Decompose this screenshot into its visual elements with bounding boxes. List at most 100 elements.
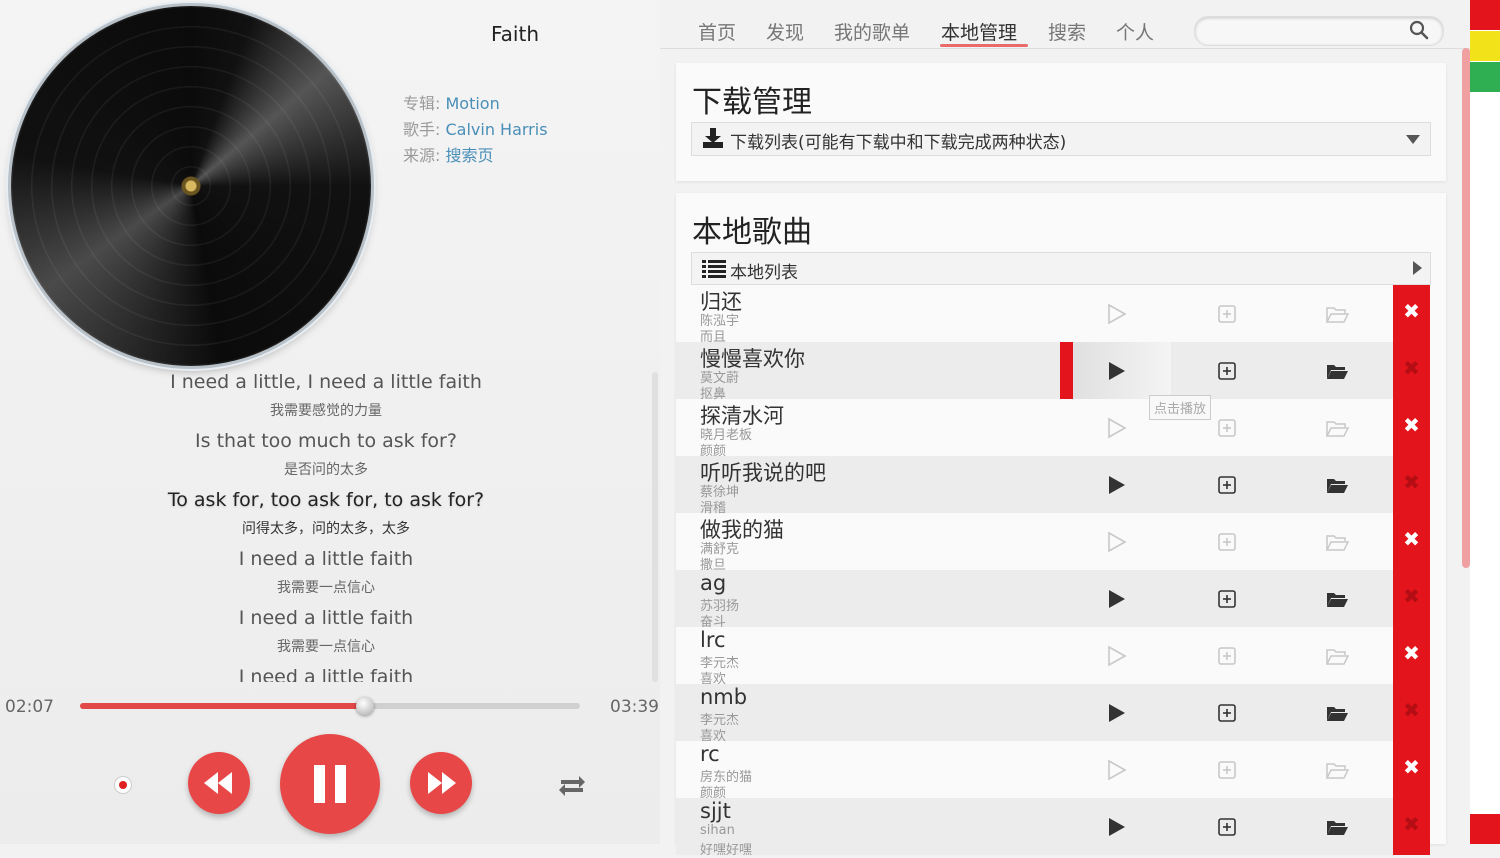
open-folder-icon[interactable] — [1325, 359, 1349, 383]
download-heading: 下载管理 — [692, 85, 812, 120]
add-to-playlist-icon[interactable] — [1215, 530, 1239, 554]
open-folder-icon[interactable] — [1325, 302, 1349, 326]
close-icon: ✖ — [1403, 299, 1420, 323]
add-to-playlist-icon[interactable] — [1215, 473, 1239, 497]
repeat-icon[interactable] — [556, 772, 588, 800]
song-name: sjjt — [700, 799, 731, 823]
song-name: lrc — [700, 628, 726, 652]
delete-button[interactable]: ✖ — [1393, 399, 1430, 456]
open-folder-icon[interactable] — [1325, 587, 1349, 611]
add-to-playlist-icon[interactable] — [1215, 416, 1239, 440]
next-button[interactable] — [410, 752, 472, 814]
song-row[interactable]: ag 苏羽扬 奋斗 ✖ — [676, 570, 1430, 630]
song-row[interactable]: rc 房东的猫 颜颜 ✖ — [676, 741, 1430, 801]
nav-local-manage[interactable]: 本地管理 — [941, 18, 1017, 45]
song-row[interactable]: lrc 李元杰 喜欢 ✖ — [676, 627, 1430, 687]
lyrics-scrollbar[interactable] — [652, 372, 658, 682]
song-row[interactable]: 慢慢喜欢你 莫文蔚 抠鼻 ✖ — [676, 342, 1430, 402]
pause-button[interactable] — [280, 734, 380, 834]
lyric-translation: 我需要一点信心 — [277, 580, 375, 596]
open-folder-icon[interactable] — [1325, 416, 1349, 440]
progress-bar[interactable] — [80, 697, 580, 715]
source-link[interactable]: 搜索页 — [445, 146, 493, 165]
delete-button[interactable]: ✖ — [1393, 513, 1430, 570]
current-time: 02:07 — [5, 697, 54, 717]
close-icon: ✖ — [1403, 698, 1420, 722]
play-icon[interactable] — [1104, 473, 1128, 497]
list-icon — [702, 260, 726, 278]
previous-button[interactable] — [188, 752, 250, 814]
play-icon[interactable] — [1104, 587, 1128, 611]
pause-icon — [314, 765, 346, 803]
song-row[interactable]: 归还 陈泓宇 而且 ✖ — [676, 285, 1430, 345]
play-icon[interactable] — [1104, 644, 1128, 668]
play-icon[interactable] — [1104, 758, 1128, 782]
play-icon[interactable] — [1104, 530, 1128, 554]
play-icon[interactable] — [1104, 815, 1128, 839]
nav-profile[interactable]: 个人 — [1116, 18, 1154, 45]
song-album: 好嘿好嘿 — [700, 843, 753, 858]
lyric-line: To ask for, too ask for, to ask for? — [167, 489, 485, 511]
add-to-playlist-icon[interactable] — [1215, 644, 1239, 668]
progress-handle[interactable] — [356, 697, 374, 715]
close-icon: ✖ — [1403, 755, 1420, 779]
open-folder-icon[interactable] — [1325, 644, 1349, 668]
artist-link[interactable]: Calvin Harris — [445, 120, 547, 139]
delete-button[interactable]: ✖ — [1393, 570, 1430, 627]
chevron-down-icon — [1406, 135, 1420, 144]
add-to-playlist-icon[interactable] — [1215, 758, 1239, 782]
delete-button[interactable]: ✖ — [1393, 342, 1430, 399]
delete-button[interactable]: ✖ — [1393, 627, 1430, 684]
artist-label: 歌手: — [403, 120, 446, 139]
source-info: 来源: 搜索页 — [403, 142, 494, 166]
download-list-dropdown[interactable]: 下载列表(可能有下载中和下载完成两种状态) — [691, 122, 1431, 156]
song-row[interactable]: 探清水河 晓月老板 颜颜 ✖ — [676, 399, 1430, 459]
open-folder-icon[interactable] — [1325, 815, 1349, 839]
nav-my-playlists[interactable]: 我的歌单 — [834, 18, 910, 45]
open-folder-icon[interactable] — [1325, 701, 1349, 725]
album-link[interactable]: Motion — [445, 94, 499, 113]
song-row[interactable]: nmb 李元杰 喜欢 ✖ — [676, 684, 1430, 744]
delete-button[interactable]: ✖ — [1393, 798, 1430, 855]
download-list-label: 下载列表(可能有下载中和下载完成两种状态) — [730, 133, 1067, 153]
open-folder-icon[interactable] — [1325, 530, 1349, 554]
record-icon[interactable] — [115, 777, 131, 793]
open-folder-icon[interactable] — [1325, 758, 1349, 782]
chevron-right-icon — [1413, 261, 1422, 275]
delete-button[interactable]: ✖ — [1393, 684, 1430, 741]
nav-active-indicator — [940, 44, 1028, 47]
edge-green-block — [1470, 62, 1500, 92]
play-icon[interactable] — [1104, 701, 1128, 725]
local-heading: 本地歌曲 — [692, 215, 812, 250]
add-to-playlist-icon[interactable] — [1215, 815, 1239, 839]
add-to-playlist-icon[interactable] — [1215, 587, 1239, 611]
delete-button[interactable]: ✖ — [1393, 285, 1430, 342]
play-icon[interactable] — [1104, 302, 1128, 326]
lyric-translation: 问得太多，问的太多，太多 — [242, 521, 410, 537]
play-tooltip: 点击播放 — [1149, 395, 1212, 420]
add-to-playlist-icon[interactable] — [1215, 359, 1239, 383]
lyrics-pane[interactable]: I need a little, I need a little faith 我需… — [0, 368, 652, 682]
add-to-playlist-icon[interactable] — [1215, 701, 1239, 725]
nav-discover[interactable]: 发现 — [766, 18, 804, 45]
close-icon: ✖ — [1403, 470, 1420, 494]
add-to-playlist-icon[interactable] — [1215, 302, 1239, 326]
song-row[interactable]: 听听我说的吧 蔡徐坤 滑稽 ✖ — [676, 456, 1430, 516]
open-folder-icon[interactable] — [1325, 473, 1349, 497]
play-icon[interactable] — [1104, 359, 1128, 383]
close-icon: ✖ — [1403, 641, 1420, 665]
search-icon[interactable] — [1409, 20, 1429, 40]
song-row[interactable]: 做我的猫 满舒克 撒旦 ✖ — [676, 513, 1430, 573]
page-scrollbar[interactable] — [1462, 48, 1470, 568]
play-icon[interactable] — [1104, 416, 1128, 440]
local-list-header[interactable]: 本地列表 — [691, 252, 1431, 285]
lyric-line: I need a little faith — [238, 607, 414, 629]
lyric-translation: 我需要感觉的力量 — [270, 403, 382, 419]
delete-button[interactable]: ✖ — [1393, 741, 1430, 798]
edge-red-block — [1470, 0, 1500, 30]
nav-home[interactable]: 首页 — [698, 18, 736, 45]
nav-search[interactable]: 搜索 — [1048, 18, 1086, 45]
delete-button[interactable]: ✖ — [1393, 456, 1430, 513]
search-input[interactable] — [1194, 16, 1444, 46]
song-row[interactable]: sjjt sihan 好嘿好嘿 ✖ — [676, 798, 1430, 858]
